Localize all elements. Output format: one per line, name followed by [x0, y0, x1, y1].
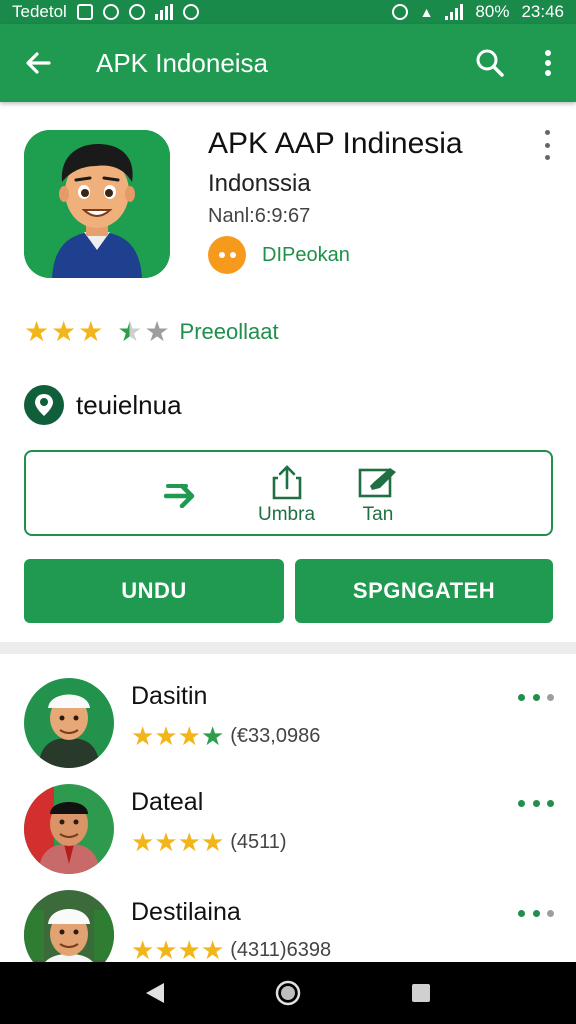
search-button[interactable]	[460, 24, 520, 102]
target-icon	[182, 4, 199, 20]
star-icon: ★	[177, 721, 201, 751]
app-bar: APK Indoneisa	[0, 24, 576, 102]
empty-star-icon: ★	[144, 316, 170, 347]
list-item-name: Dateal	[131, 788, 204, 816]
badge-icon	[208, 236, 246, 274]
star-icon: ★	[154, 827, 178, 857]
mascot-illustration	[24, 130, 170, 278]
list-item-name: Dasitin	[131, 682, 208, 710]
camera-icon	[128, 4, 145, 20]
half-star-icon: ★	[117, 316, 143, 347]
section-divider	[0, 642, 576, 654]
square-recents-icon	[411, 984, 430, 1002]
arrow-back-icon	[26, 52, 51, 74]
rating-row: ★ ★ ★ ★ ★ Preeollaat	[24, 316, 279, 348]
alarm-icon	[391, 4, 408, 20]
star-icon: ★	[78, 316, 104, 347]
avatar	[24, 678, 114, 768]
list-item[interactable]: Dasitin ★ ★ ★ ★ (€33,0986	[0, 676, 576, 776]
more-vert-icon	[545, 50, 551, 76]
sync-icon	[102, 4, 119, 20]
star-icon: ★	[51, 316, 77, 347]
editors-badge: DIPeokan	[208, 236, 350, 274]
star-icon: ★	[177, 827, 201, 857]
upload-icon	[272, 465, 301, 500]
star-icon: ★	[200, 827, 225, 857]
list-item[interactable]: Dateal ★ ★ ★ ★ (4511)	[0, 782, 576, 882]
system-nav-bar	[0, 962, 576, 1024]
star-icon: ★	[131, 721, 155, 751]
star-icon: ★	[131, 827, 155, 857]
nav-recents-button[interactable]	[410, 982, 432, 1004]
list-item-name: Destilaina	[131, 898, 241, 926]
developer-name[interactable]: Indonssia	[208, 170, 311, 198]
back-button[interactable]	[0, 24, 76, 102]
list-item-more[interactable]	[518, 798, 554, 808]
location-row[interactable]: teuielnua	[24, 385, 182, 425]
rating-label: Preeollaat	[179, 319, 279, 344]
message-icon	[76, 4, 93, 20]
badge-label: DIPeokan	[262, 243, 350, 266]
list-item-count: (€33,0986	[230, 724, 321, 747]
search-icon	[476, 49, 504, 77]
app-icon	[24, 130, 170, 278]
cell-signal-icon	[445, 4, 464, 20]
star-icon: ★	[200, 721, 225, 751]
nav-home-button[interactable]	[275, 980, 301, 1006]
list-item-rating: ★ ★ ★ ★ (€33,0986	[131, 720, 320, 752]
overflow-menu-button[interactable]	[520, 24, 576, 102]
install-button[interactable]: UNDU	[24, 559, 284, 623]
status-right: ▲ 80% 23:46	[391, 2, 564, 22]
share-button[interactable]: SPGNGATEH	[295, 559, 553, 623]
action-share-label: Umbra	[258, 504, 316, 525]
version-text: Nanl:6:9:67	[208, 205, 311, 227]
signal-icon	[154, 4, 173, 20]
location-label: teuielnua	[76, 389, 182, 420]
app-bar-title: APK Indoneisa	[96, 47, 269, 78]
header-more-button[interactable]	[538, 130, 556, 160]
list-item-more[interactable]	[518, 692, 554, 702]
list-item-count: (4511)	[230, 830, 287, 853]
actions-panel: Umbra Tan	[24, 450, 553, 536]
app-name: APK AAP Indinesia	[208, 127, 463, 160]
star-icon: ★	[154, 721, 178, 751]
status-time: 23:46	[521, 2, 564, 21]
location-pin-icon	[24, 385, 64, 425]
edit-icon	[358, 468, 396, 498]
list-item-rating: ★ ★ ★ ★ (4511)	[131, 826, 287, 858]
action-share[interactable]: Umbra	[258, 464, 315, 526]
battery-percent: 80%	[475, 2, 510, 21]
action-rate-label: Tan	[362, 504, 394, 525]
status-bar: Tedetol ▲ 80% 23:46	[0, 0, 576, 24]
status-left: Tedetol	[12, 2, 199, 22]
list-item-more[interactable]	[518, 908, 554, 918]
action-rate[interactable]: Tan	[356, 464, 400, 526]
star-icon: ★	[24, 316, 50, 347]
nav-back-button[interactable]	[144, 981, 166, 1005]
action-forward[interactable]	[162, 474, 202, 508]
avatar	[24, 784, 114, 874]
double-arrow-icon	[163, 483, 195, 508]
triangle-back-icon	[146, 983, 165, 1003]
list-item-count: (4311)6398	[230, 938, 332, 961]
wifi-icon: ▲	[419, 4, 434, 20]
home-circle-icon	[275, 980, 301, 1006]
status-left-text: Tedetol	[12, 2, 67, 21]
